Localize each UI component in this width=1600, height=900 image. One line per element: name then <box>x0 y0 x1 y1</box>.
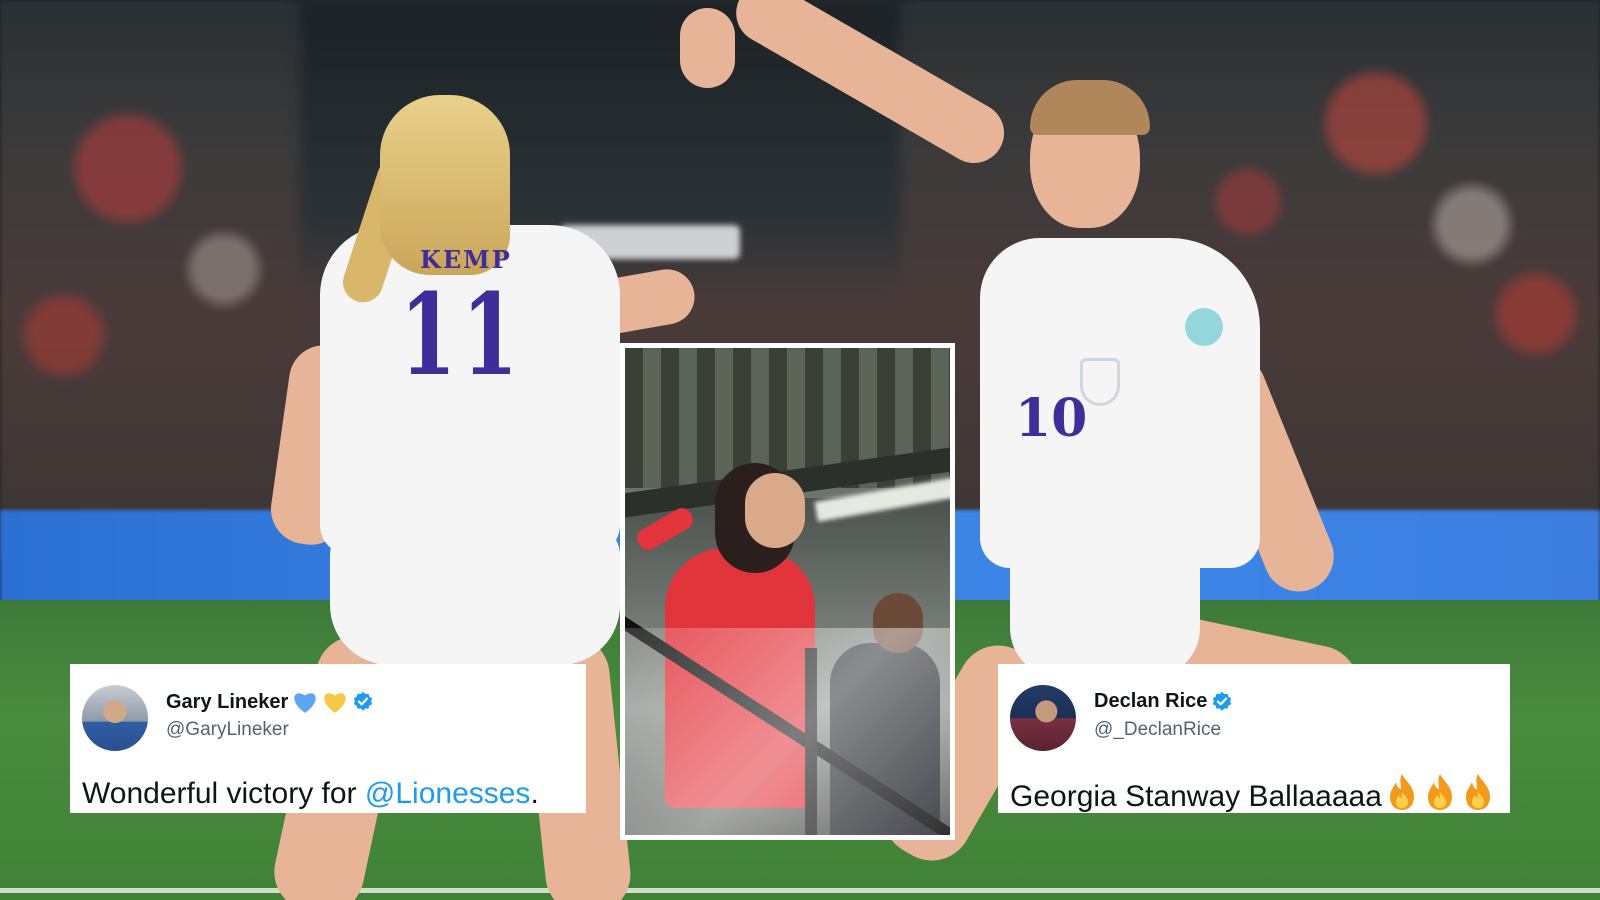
mention-link[interactable]: @Lionesses <box>365 777 531 810</box>
tweet-text: Georgia Stanway Ballaaaaa <box>1010 772 1496 814</box>
blue-heart-icon <box>294 693 316 713</box>
fire-icon <box>1427 774 1452 810</box>
handle[interactable]: @GaryLineker <box>166 719 289 741</box>
tweet-text: Wonderful victory for @Lionesses. <box>82 777 539 811</box>
fire-icon <box>1465 774 1490 810</box>
tweet-author[interactable]: Declan Rice <box>1094 690 1233 713</box>
shirt-number: 10 <box>1015 388 1088 449</box>
verified-badge-icon <box>354 691 373 711</box>
player-shorts <box>1010 538 1200 678</box>
avatar[interactable] <box>1010 685 1076 751</box>
shirt-number: 11 <box>400 270 524 401</box>
tweet-text-part: Wonderful victory for <box>82 777 365 810</box>
handle[interactable]: @_DeclanRice <box>1094 719 1221 741</box>
tweet-text-part: Georgia Stanway Ballaaaaa <box>1010 780 1382 813</box>
display-name[interactable]: Declan Rice <box>1094 690 1207 713</box>
verified-badge-icon <box>1213 691 1232 711</box>
inset-glare <box>625 628 950 835</box>
player-shorts <box>330 525 620 665</box>
tweet-text-part: . <box>530 777 539 810</box>
tweet-card[interactable]: Declan Rice @_DeclanRice Georgia Stanway… <box>998 664 1510 813</box>
player-hair <box>1030 80 1150 135</box>
player-hand-pointing <box>680 8 735 88</box>
inset-woman-face <box>745 473 805 548</box>
sleeve-patch-icon <box>1185 308 1223 346</box>
display-name[interactable]: Gary Lineker <box>166 691 288 714</box>
avatar[interactable] <box>82 685 148 751</box>
tweet-author[interactable]: Gary Lineker <box>166 690 374 714</box>
fire-icon <box>1389 774 1414 810</box>
inset-video-still <box>620 343 955 840</box>
yellow-heart-icon <box>324 693 346 713</box>
pitch-line <box>0 888 1600 893</box>
tweet-card[interactable]: Gary Lineker @GaryLineker Wonderful vict… <box>70 664 586 813</box>
